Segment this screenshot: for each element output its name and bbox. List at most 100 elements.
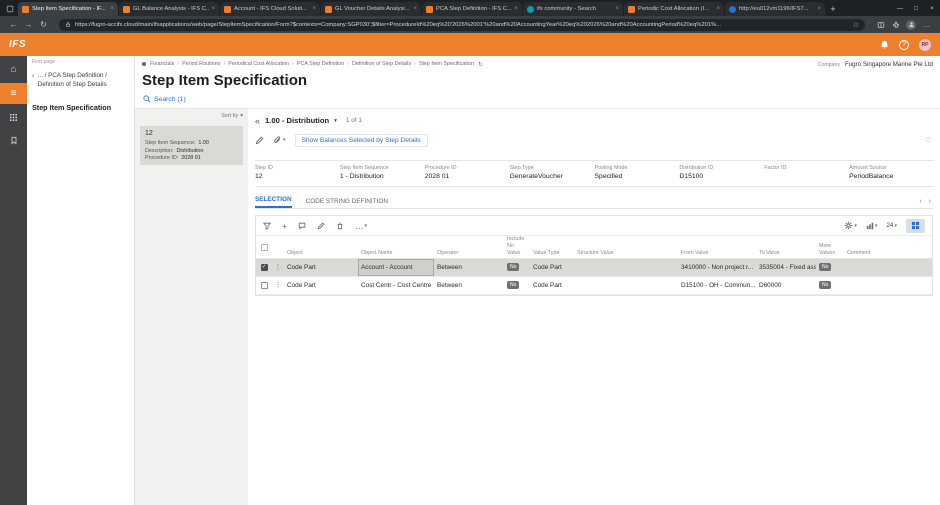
column-header[interactable]: Object Name — [358, 250, 434, 257]
column-header[interactable]: Value Type — [530, 250, 574, 257]
column-header[interactable]: Operator — [434, 250, 504, 257]
cell-object[interactable]: Code Part — [284, 259, 358, 276]
tab-close-icon[interactable]: × — [615, 6, 619, 12]
row-menu-icon[interactable]: ⋮ — [272, 277, 284, 294]
context-panel-title[interactable]: Step Item Specification — [32, 103, 129, 112]
bookmark-icon[interactable] — [0, 131, 27, 150]
breadcrumb-item[interactable]: Definition of Step Details — [352, 61, 411, 67]
cell-from-value[interactable]: 3410000 - Non project r... — [678, 259, 756, 276]
browser-profile-avatar[interactable] — [906, 20, 916, 30]
table-row[interactable]: ✓ ⋮ Code Part Account - Account Between … — [256, 259, 932, 277]
breadcrumb-refresh-icon[interactable]: ↻ — [478, 61, 483, 68]
refresh-icon[interactable]: ↻ — [36, 20, 51, 29]
row-checkbox[interactable] — [261, 282, 268, 289]
select-all-checkbox[interactable] — [261, 244, 268, 251]
chevron-down-icon[interactable]: ▾ — [334, 118, 337, 124]
filter-icon[interactable] — [263, 222, 271, 230]
browser-tab[interactable]: Step Item Specification - IF... × — [18, 2, 118, 16]
tab-search-icon[interactable] — [3, 2, 17, 15]
cell-more-values[interactable]: No — [816, 277, 844, 294]
tab-selection[interactable]: SELECTION — [255, 196, 292, 208]
table-settings-gear-icon[interactable]: ▾ — [844, 221, 857, 230]
window-close-button[interactable]: × — [924, 0, 940, 16]
chart-view-icon[interactable]: ▾ — [866, 222, 878, 230]
column-header[interactable]: Structure Value — [574, 250, 678, 257]
window-maximize-button[interactable]: □ — [908, 0, 924, 16]
row-checkbox-checked[interactable]: ✓ — [261, 264, 268, 271]
cell-value-type[interactable]: Code Part — [530, 277, 574, 294]
apps-grid-icon[interactable] — [0, 108, 27, 127]
row-menu-icon[interactable]: ⋮ — [272, 259, 284, 276]
tab-close-icon[interactable]: × — [312, 6, 316, 12]
breadcrumb-item[interactable]: PCA Step Definition — [297, 61, 344, 67]
tabs-scroll-right-icon[interactable]: › — [929, 198, 931, 205]
tab-close-icon[interactable]: × — [211, 6, 215, 12]
cell-operator[interactable]: Between — [434, 277, 504, 294]
browser-tab[interactable]: Periodic Cost Allocation (I... × — [624, 2, 724, 16]
home-icon[interactable]: ⌂ — [0, 60, 27, 79]
menu-icon[interactable]: ≡ — [0, 83, 27, 104]
cell-to-value[interactable]: 3535004 - Fixed assets ... — [756, 259, 816, 276]
browser-menu-icon[interactable]: … — [919, 20, 934, 29]
window-minimize-button[interactable]: — — [892, 0, 908, 16]
back-icon[interactable]: ← — [6, 20, 21, 29]
column-header[interactable]: Include No Value — [504, 236, 530, 256]
cell-value-type[interactable]: Code Part — [530, 259, 574, 276]
page-size-dropdown[interactable]: 24 ▾ — [886, 222, 897, 229]
cell-comment[interactable] — [844, 277, 932, 294]
context-breadcrumb[interactable]: ... / PCA Step Definition / Definition o… — [38, 72, 107, 90]
previous-record-icon[interactable]: « — [255, 116, 260, 126]
comment-icon[interactable] — [298, 222, 306, 230]
table-row[interactable]: ⋮ Code Part Cost Centr - Cost Centre Bet… — [256, 277, 932, 295]
tab-close-icon[interactable]: × — [716, 6, 720, 12]
address-bar-input[interactable]: https://fugro-accifs.cloud/main/ifsappli… — [59, 19, 865, 31]
favorite-star-icon[interactable]: ☆ — [853, 21, 859, 29]
cell-from-value[interactable]: D15100 - OH - Commun... — [678, 277, 756, 294]
column-header[interactable]: Object — [284, 250, 358, 257]
record-card-selected[interactable]: 12 Step Item Sequence: 1.00 Description:… — [140, 126, 243, 165]
extensions-icon[interactable] — [888, 21, 903, 29]
new-tab-button[interactable]: + — [826, 4, 840, 14]
edit-icon[interactable] — [255, 136, 264, 145]
more-actions-icon[interactable]: … ▾ — [355, 221, 367, 231]
sort-by-dropdown[interactable]: Sort by ▾ — [140, 113, 243, 119]
cell-object-name[interactable]: Account - Account — [358, 259, 434, 276]
company-context[interactable]: Company Fugro Singapore Marine Pte Ltd — [818, 61, 933, 68]
browser-tab[interactable]: GL Voucher Details Analysi... × — [321, 2, 421, 16]
tab-close-icon[interactable]: × — [110, 6, 114, 12]
browser-tab[interactable]: http://eu012vm1196/IFS7... × — [725, 2, 825, 16]
edit-row-icon[interactable] — [317, 222, 325, 230]
breadcrumb-item[interactable]: Financials — [150, 61, 174, 67]
column-header[interactable]: More Values — [816, 243, 844, 257]
add-row-icon[interactable]: + — [282, 221, 287, 231]
user-avatar[interactable]: RP — [919, 39, 931, 51]
cell-comment[interactable] — [844, 259, 932, 276]
show-balances-button[interactable]: Show Balances Selected by Step Details — [295, 134, 428, 147]
column-header[interactable]: From Value — [678, 250, 756, 257]
cell-object[interactable]: Code Part — [284, 277, 358, 294]
delete-row-icon[interactable] — [336, 222, 344, 230]
collapse-chevron-icon[interactable]: ‹ — [32, 72, 35, 90]
breadcrumb-item[interactable]: Step Item Specification — [419, 61, 474, 67]
cell-structure-value[interactable] — [574, 277, 678, 294]
attachment-icon[interactable]: ▾ — [273, 136, 286, 145]
ifs-logo[interactable]: IFS — [9, 39, 26, 50]
forward-icon[interactable]: → — [21, 20, 36, 29]
browser-tab[interactable]: GL Balance Analysis - IFS C... × — [119, 2, 219, 16]
cell-operator[interactable]: Between — [434, 259, 504, 276]
breadcrumb-item[interactable]: Period Routines — [182, 61, 220, 67]
record-title[interactable]: 1.00 - Distribution — [265, 116, 329, 125]
column-header[interactable]: To Value — [756, 250, 816, 257]
grid-view-toggle-button[interactable] — [906, 219, 925, 233]
tab-close-icon[interactable]: × — [514, 6, 518, 12]
cell-to-value[interactable]: D60000 — [756, 277, 816, 294]
column-header[interactable]: Comment — [844, 250, 932, 257]
notifications-bell-icon[interactable] — [880, 40, 889, 49]
tab-code-string-definition[interactable]: CODE STRING DEFINITION — [306, 198, 388, 208]
help-icon[interactable]: ? — [899, 40, 909, 50]
favorite-heart-icon[interactable]: ♡ — [925, 136, 932, 145]
cell-structure-value[interactable] — [574, 259, 678, 276]
tabs-scroll-left-icon[interactable]: ‹ — [919, 198, 921, 205]
cell-include-no-value[interactable]: No — [504, 259, 530, 276]
cell-include-no-value[interactable]: No — [504, 277, 530, 294]
